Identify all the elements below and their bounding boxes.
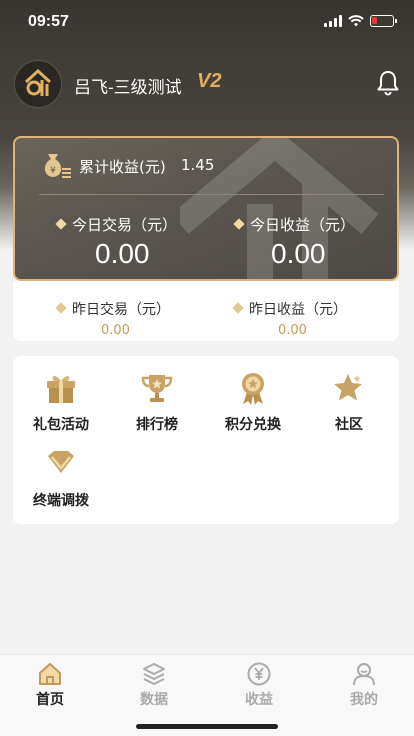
today-trade-label: 今日交易（元）: [55, 214, 177, 235]
yesterday-income-label: 昨日收益（元）: [232, 299, 347, 319]
money-bag-icon: ¥: [44, 154, 71, 178]
feature-menu: 礼包活动 排行榜 积分兑换 社区 终端调拨: [13, 356, 399, 524]
svg-text:¥: ¥: [50, 166, 56, 176]
total-income-label: 累计收益(元): [79, 158, 166, 176]
menu-item-points-exchange[interactable]: 积分兑换: [208, 370, 298, 434]
tab-label: 收益: [245, 692, 273, 708]
tab-home[interactable]: 首页: [20, 661, 80, 709]
battery-icon: [370, 15, 397, 27]
menu-item-label: 积分兑换: [225, 417, 281, 433]
brand-logo-icon: [24, 68, 52, 96]
trophy-icon: [141, 375, 173, 402]
yesterday-trade-value: 0.00: [101, 323, 130, 338]
menu-item-label: 礼包活动: [33, 417, 89, 433]
menu-item-community[interactable]: 社区: [304, 370, 394, 434]
cellular-signal-icon: [324, 15, 342, 27]
user-header: 吕飞-三级测试 V2: [14, 60, 400, 108]
diamond-bullet-icon: [55, 217, 67, 230]
level-badge: V2: [197, 70, 222, 92]
status-icons: [324, 15, 397, 27]
menu-item-terminal-transfer[interactable]: 终端调拨: [16, 446, 106, 510]
medal-icon: [242, 373, 264, 405]
yen-coin-icon: [247, 662, 271, 686]
menu-item-label: 社区: [335, 417, 363, 433]
tab-data[interactable]: 数据: [124, 661, 184, 709]
star-icon: [334, 374, 362, 401]
home-icon: [39, 663, 61, 685]
wifi-icon: [348, 15, 364, 27]
menu-item-leaderboard[interactable]: 排行榜: [112, 370, 202, 434]
tab-label: 首页: [36, 692, 64, 708]
total-income-value: 1.45: [181, 156, 215, 174]
menu-item-label: 排行榜: [136, 417, 178, 433]
avatar[interactable]: [14, 60, 62, 108]
card-divider: [39, 194, 384, 195]
status-time: 09:57: [28, 13, 69, 30]
yesterday-income-value: 0.00: [278, 323, 307, 338]
layers-icon: [143, 663, 165, 685]
tab-label: 数据: [140, 692, 168, 708]
yesterday-stats: 昨日交易（元） 0.00 昨日收益（元） 0.00: [13, 281, 399, 341]
user-name: 吕飞-三级测试: [74, 78, 182, 97]
earnings-card: ¥ 累计收益(元) 1.45 今日交易（元） 0.00 今日收益（元） 0.00: [13, 136, 399, 281]
today-income-value: 0.00: [271, 238, 326, 269]
user-icon: [353, 663, 375, 686]
today-income-label: 今日收益（元）: [233, 214, 355, 235]
diamond-icon: [48, 451, 74, 473]
today-trade-value: 0.00: [95, 238, 150, 269]
status-bar: 09:57: [0, 0, 414, 44]
diamond-bullet-icon: [55, 302, 67, 314]
diamond-bullet-icon: [233, 217, 245, 230]
gift-box-icon: [47, 376, 75, 403]
menu-item-label: 终端调拨: [33, 493, 89, 509]
yesterday-trade-label: 昨日交易（元）: [55, 299, 170, 319]
home-indicator: [136, 724, 278, 729]
tab-mine[interactable]: 我的: [334, 661, 394, 709]
tab-income[interactable]: 收益: [229, 661, 289, 709]
menu-item-gift-activity[interactable]: 礼包活动: [16, 370, 106, 434]
bell-icon[interactable]: [376, 70, 400, 96]
tab-label: 我的: [350, 692, 378, 708]
diamond-bullet-icon: [232, 302, 244, 314]
